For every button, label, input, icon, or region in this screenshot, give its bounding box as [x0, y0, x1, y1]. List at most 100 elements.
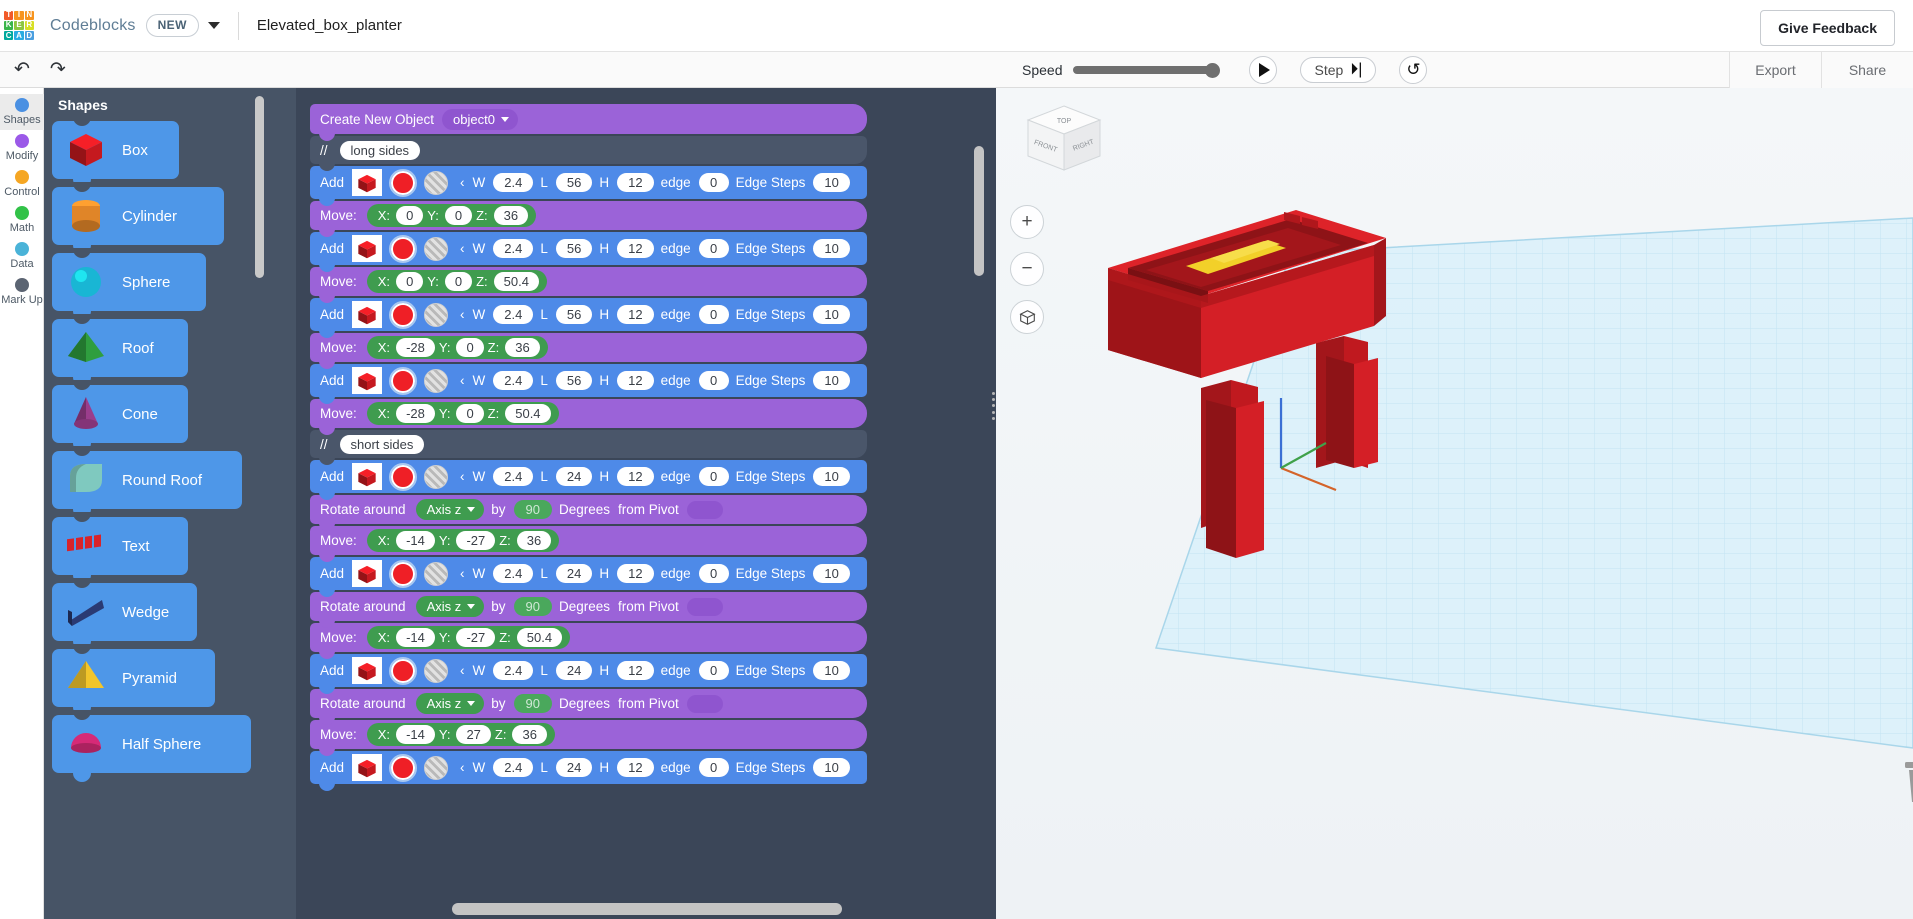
share-button[interactable]: Share: [1821, 52, 1913, 88]
move-block[interactable]: Move:X:0Y:0Z:50.4: [310, 267, 867, 296]
y-input[interactable]: 0: [445, 206, 472, 225]
edge-steps-input[interactable]: 10: [813, 758, 849, 777]
code-horizontal-scrollbar[interactable]: [452, 903, 842, 915]
box-shape-thumbnail[interactable]: [352, 235, 382, 262]
rail-item-shapes[interactable]: Shapes: [0, 94, 44, 130]
z-input[interactable]: 36: [517, 531, 551, 550]
height-input[interactable]: 12: [617, 371, 653, 390]
y-input[interactable]: 0: [456, 404, 483, 423]
undo-icon[interactable]: ↶: [14, 60, 30, 79]
height-input[interactable]: 12: [617, 661, 653, 680]
axis-dropdown[interactable]: Axis z: [416, 499, 485, 520]
box-shape-thumbnail[interactable]: [352, 754, 382, 781]
give-feedback-button[interactable]: Give Feedback: [1760, 10, 1895, 46]
comment-block[interactable]: //long sides: [310, 136, 867, 164]
x-input[interactable]: -14: [396, 725, 435, 744]
comment-text-input[interactable]: short sides: [340, 435, 425, 454]
delete-button[interactable]: [1901, 753, 1913, 805]
axis-dropdown[interactable]: Axis z: [416, 596, 485, 617]
box-shape-thumbnail[interactable]: [352, 560, 382, 587]
width-input[interactable]: 2.4: [493, 758, 533, 777]
solid-color-swatch[interactable]: [391, 303, 415, 327]
move-block[interactable]: Move:X:-28Y:0Z:36: [310, 333, 867, 362]
chevron-down-icon[interactable]: [208, 22, 220, 29]
x-input[interactable]: -14: [396, 531, 435, 550]
step-button[interactable]: Step ⏵|: [1300, 57, 1376, 83]
y-input[interactable]: -27: [456, 628, 495, 647]
hole-swatch[interactable]: [424, 171, 448, 195]
width-input[interactable]: 2.4: [493, 564, 533, 583]
shape-block-half-sphere[interactable]: Half Sphere: [52, 715, 251, 773]
rotate-block[interactable]: Rotate aroundAxis zby90Degreesfrom Pivot: [310, 592, 867, 621]
solid-color-swatch[interactable]: [391, 171, 415, 195]
3d-viewport[interactable]: TOP FRONT RIGHT + − =: [996, 88, 1913, 919]
add-shape-block[interactable]: Add ‹W2.4L56H12edge0Edge Steps10: [310, 232, 867, 265]
comment-block[interactable]: //short sides: [310, 430, 867, 458]
rail-item-math[interactable]: Math: [0, 202, 44, 238]
code-canvas[interactable]: Create New Objectobject0//long sidesAdd …: [296, 88, 996, 919]
hole-swatch[interactable]: [424, 303, 448, 327]
length-input[interactable]: 24: [556, 661, 592, 680]
edge-input[interactable]: 0: [699, 564, 729, 583]
shapes-scrollbar[interactable]: [255, 96, 264, 278]
width-input[interactable]: 2.4: [493, 173, 533, 192]
solid-color-swatch[interactable]: [391, 237, 415, 261]
solid-color-swatch[interactable]: [391, 562, 415, 586]
edge-steps-input[interactable]: 10: [813, 239, 849, 258]
rotate-block[interactable]: Rotate aroundAxis zby90Degreesfrom Pivot: [310, 495, 867, 524]
solid-color-swatch[interactable]: [391, 659, 415, 683]
z-input[interactable]: 36: [505, 338, 539, 357]
object-dropdown[interactable]: object0: [442, 109, 518, 130]
code-vertical-scrollbar[interactable]: [974, 146, 984, 276]
box-shape-thumbnail[interactable]: [352, 169, 382, 196]
length-input[interactable]: 56: [556, 173, 592, 192]
hole-swatch[interactable]: [424, 756, 448, 780]
move-block[interactable]: Move:X:-14Y:-27Z:50.4: [310, 623, 867, 652]
z-input[interactable]: 50.4: [494, 272, 539, 291]
comment-text-input[interactable]: long sides: [340, 141, 421, 160]
speed-slider-knob[interactable]: [1205, 63, 1220, 78]
pivot-slot[interactable]: [687, 695, 723, 713]
height-input[interactable]: 12: [617, 239, 653, 258]
x-input[interactable]: 0: [396, 272, 423, 291]
shape-block-text[interactable]: Text: [52, 517, 188, 575]
shape-block-cone[interactable]: Cone: [52, 385, 188, 443]
hole-swatch[interactable]: [424, 562, 448, 586]
height-input[interactable]: 12: [617, 305, 653, 324]
redo-icon[interactable]: ↷: [50, 60, 66, 79]
degrees-input[interactable]: 90: [514, 500, 552, 519]
edge-input[interactable]: 0: [699, 173, 729, 192]
zoom-out-button[interactable]: −: [1010, 252, 1044, 286]
hole-swatch[interactable]: [424, 659, 448, 683]
box-shape-thumbnail[interactable]: [352, 367, 382, 394]
edge-steps-input[interactable]: 10: [813, 661, 849, 680]
length-input[interactable]: 56: [556, 305, 592, 324]
pivot-slot[interactable]: [687, 598, 723, 616]
hole-swatch[interactable]: [424, 237, 448, 261]
solid-color-swatch[interactable]: [391, 369, 415, 393]
reset-button[interactable]: ↺: [1399, 56, 1427, 84]
height-input[interactable]: 12: [617, 173, 653, 192]
add-shape-block[interactable]: Add ‹W2.4L24H12edge0Edge Steps10: [310, 751, 867, 784]
height-input[interactable]: 12: [617, 467, 653, 486]
edge-input[interactable]: 0: [699, 305, 729, 324]
document-title[interactable]: Elevated_box_planter: [257, 17, 402, 34]
z-input[interactable]: 50.4: [517, 628, 562, 647]
move-block[interactable]: Move:X:-14Y:27Z:36: [310, 720, 867, 749]
zoom-in-button[interactable]: +: [1010, 205, 1044, 239]
rail-item-data[interactable]: Data: [0, 238, 44, 274]
width-input[interactable]: 2.4: [493, 661, 533, 680]
y-input[interactable]: 0: [456, 338, 483, 357]
height-input[interactable]: 12: [617, 758, 653, 777]
shape-block-pyramid[interactable]: Pyramid: [52, 649, 215, 707]
y-input[interactable]: -27: [456, 531, 495, 550]
edge-input[interactable]: 0: [699, 239, 729, 258]
add-shape-block[interactable]: Add ‹W2.4L24H12edge0Edge Steps10: [310, 460, 867, 493]
home-view-button[interactable]: [1010, 300, 1044, 334]
move-block[interactable]: Move:X:-28Y:0Z:50.4: [310, 399, 867, 428]
z-input[interactable]: 36: [494, 206, 528, 225]
length-input[interactable]: 24: [556, 564, 592, 583]
add-shape-block[interactable]: Add ‹W2.4L56H12edge0Edge Steps10: [310, 298, 867, 331]
edge-input[interactable]: 0: [699, 467, 729, 486]
panel-resize-handle[interactable]: [990, 390, 997, 422]
